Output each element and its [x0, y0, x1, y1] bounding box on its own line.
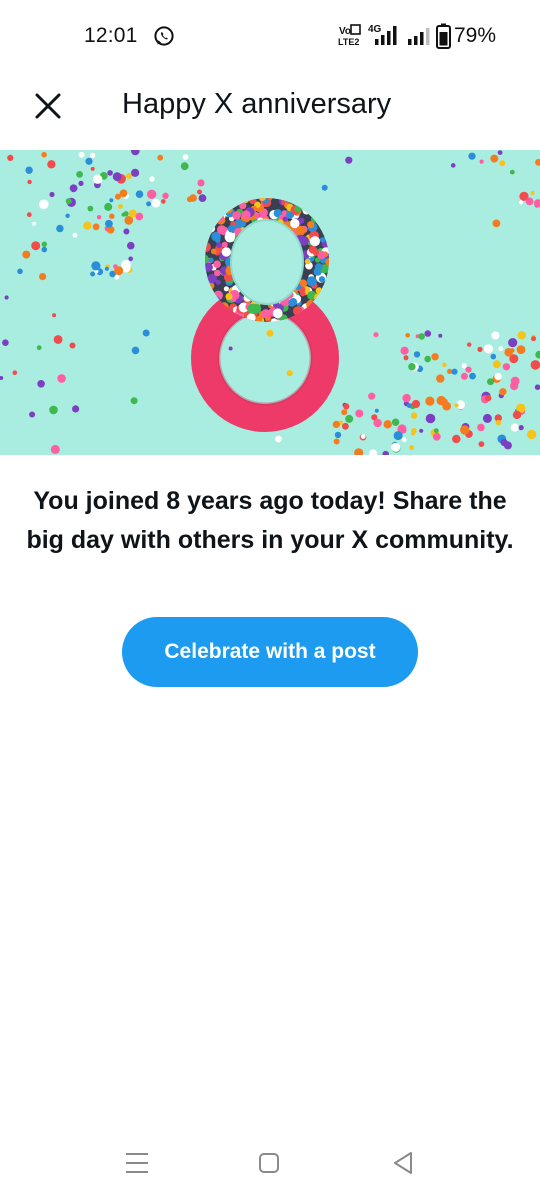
volte-box [350, 24, 361, 35]
back-icon[interactable] [391, 1150, 415, 1176]
anniversary-screen: 12:01 Vo LTE2 4G 79% Happy X anniversary… [0, 0, 540, 1200]
celebrate-button[interactable]: Celebrate with a post [122, 617, 418, 687]
signal-icon: 4G [368, 24, 397, 45]
data-label: 4G [368, 24, 382, 35]
confetti-eight-illustration [0, 150, 540, 455]
anniversary-message: You joined 8 years ago today! Share the … [26, 487, 514, 554]
battery-icon [436, 23, 451, 49]
home-icon[interactable] [257, 1150, 281, 1176]
recents-icon[interactable] [124, 1150, 150, 1176]
whatsapp-icon [154, 26, 174, 46]
volte-bottom-label: LTE2 [338, 37, 359, 47]
page-title: Happy X anniversary [122, 88, 392, 120]
volte-icon: Vo LTE2 [338, 24, 361, 47]
status-time: 12:01 [84, 24, 138, 47]
status-bar: 12:01 Vo LTE2 4G 79% [0, 0, 540, 72]
anniversary-hero-image [0, 150, 540, 455]
close-button[interactable] [26, 84, 70, 128]
system-nav-bar [0, 1130, 540, 1200]
battery-percentage: 79% [454, 24, 497, 47]
volte-top-label: Vo [339, 26, 351, 37]
close-icon [35, 93, 61, 119]
signal-icon-sim2 [408, 28, 430, 45]
header: Happy X anniversary [0, 72, 540, 148]
